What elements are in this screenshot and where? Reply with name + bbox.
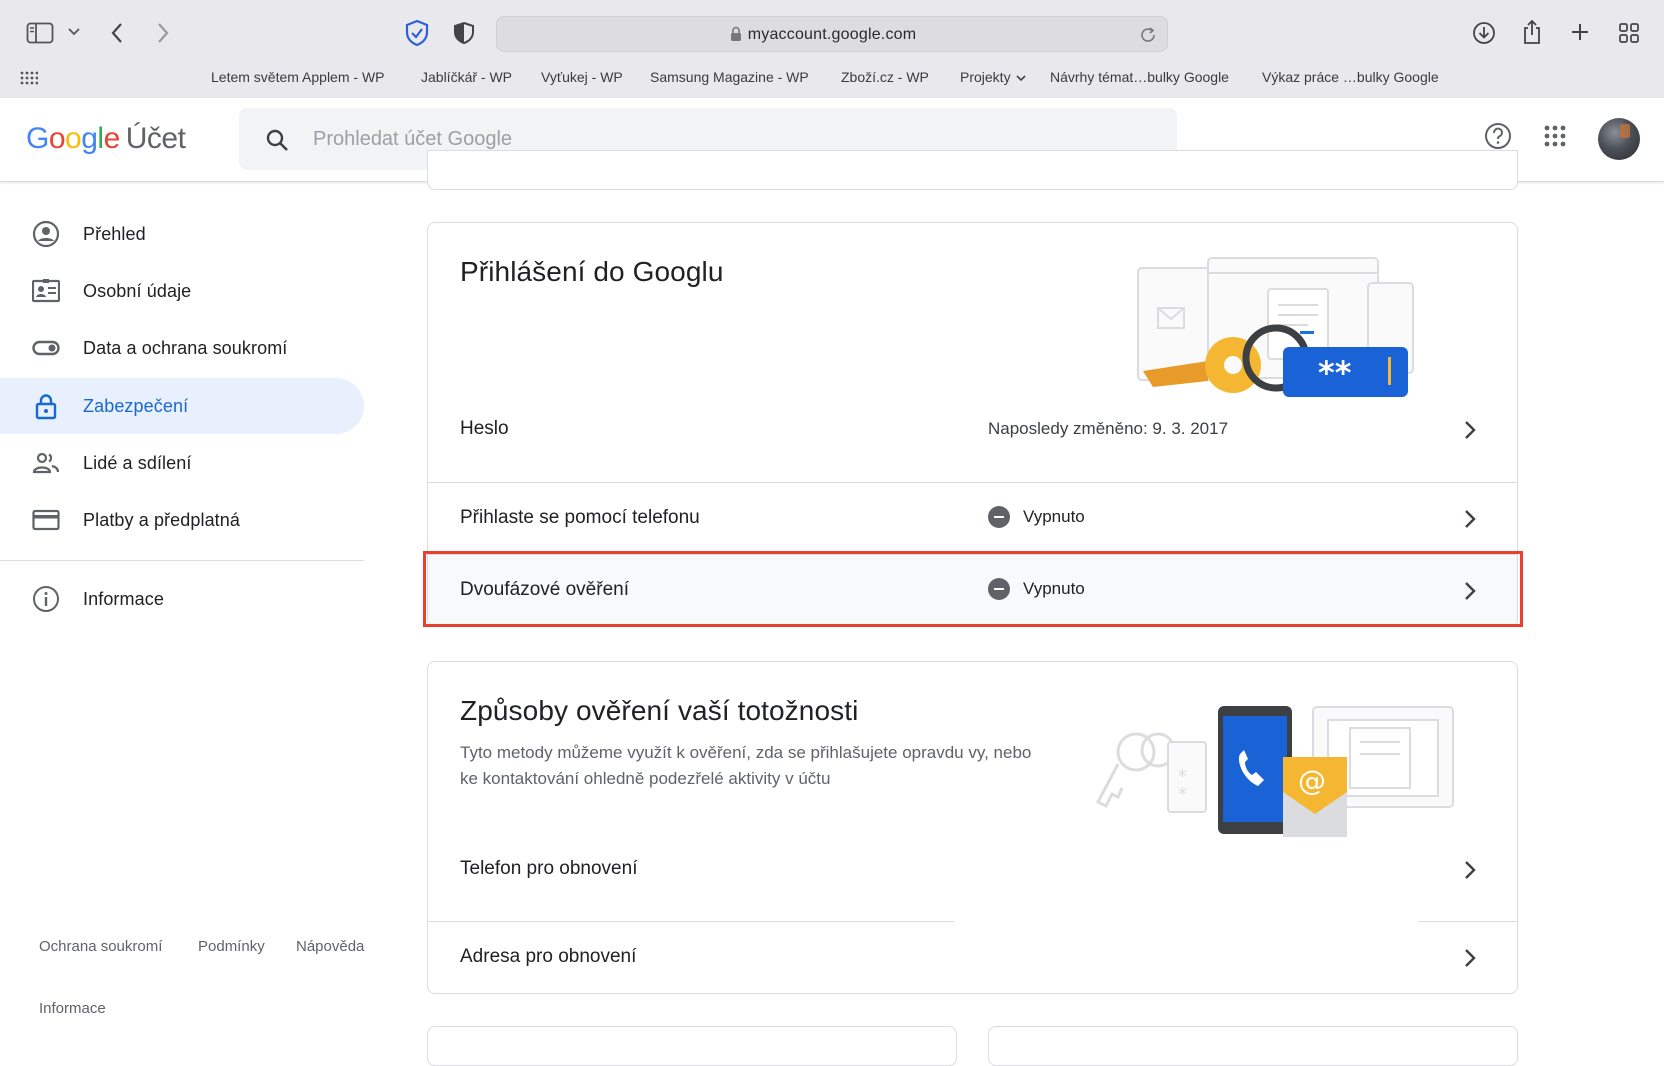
footer-help-link[interactable]: Nápověda xyxy=(296,938,364,955)
recovery-phone-row[interactable]: Telefon pro obnovení xyxy=(428,834,1517,906)
toggle-icon xyxy=(32,340,60,356)
sidebar-item-label: Data a ochrana soukromí xyxy=(83,338,288,358)
sidebar-item-label: Osobní údaje xyxy=(83,281,192,301)
sidebar-item-platby[interactable]: Platby a předplatná xyxy=(0,492,364,548)
chevron-right-icon xyxy=(1465,421,1476,439)
info-icon xyxy=(33,586,59,612)
row-value: Naposledy změněno: 9. 3. 2017 xyxy=(988,419,1229,438)
secure-lock-icon xyxy=(730,26,742,47)
sidebar-divider xyxy=(0,560,364,561)
svg-text:**: ** xyxy=(1318,354,1352,392)
sidebar-item-label: Přehled xyxy=(83,224,146,244)
apps-grid-icon[interactable] xyxy=(1544,125,1566,152)
bookmark-item[interactable]: Samsung Magazine - WP xyxy=(650,69,809,85)
search-input[interactable]: Prohledat účet Google xyxy=(313,128,512,151)
minus-circle-icon xyxy=(988,506,1010,528)
row-label: Přihlaste se pomocí telefonu xyxy=(460,507,700,528)
verify-illustration: * * @ xyxy=(1095,706,1454,837)
back-icon[interactable] xyxy=(110,22,124,44)
logo-suffix: Účet xyxy=(125,122,186,155)
google-account-logo[interactable]: Google Účet xyxy=(26,122,186,156)
footer-terms-link[interactable]: Podmínky xyxy=(198,938,265,955)
signin-illustration: ** xyxy=(1137,257,1414,397)
highlight-annotation xyxy=(423,551,1523,627)
shield-icon[interactable] xyxy=(404,19,430,47)
people-icon xyxy=(32,452,60,474)
row-label: Adresa pro obnovení xyxy=(460,946,637,967)
sidebar-item-data-soukromi[interactable]: Data a ochrana soukromí xyxy=(0,320,364,376)
account-circle-icon xyxy=(32,220,60,248)
sidebar-item-label: Informace xyxy=(83,589,164,609)
row-label: Heslo xyxy=(460,418,509,439)
sidebar-item-informace[interactable]: Informace xyxy=(0,571,364,627)
bookmark-item[interactable]: Návrhy témat…bulky Google xyxy=(1050,69,1229,85)
sidebar-item-label: Zabezpečení xyxy=(83,396,189,416)
next-card-left xyxy=(427,1026,957,1066)
sidebar-toggle-icon[interactable] xyxy=(26,22,54,44)
sidebar-item-osobni-udaje[interactable]: Osobní údaje xyxy=(0,263,364,319)
search-icon[interactable] xyxy=(265,128,289,157)
status-badge: Vypnuto xyxy=(988,506,1085,528)
new-tab-icon[interactable] xyxy=(1570,22,1590,42)
browser-toolbar: myaccount.google.com Letem světem Applem… xyxy=(0,0,1664,98)
chevron-down-icon[interactable] xyxy=(67,27,81,37)
sidebar-item-prehled[interactable]: Přehled xyxy=(0,206,364,262)
bookmark-projekty[interactable]: Projekty xyxy=(960,69,1026,85)
svg-text:*: * xyxy=(1178,784,1187,805)
card-description: Tyto metody můžeme využít k ověření, zda… xyxy=(460,743,1032,788)
bookmarks-grid-icon[interactable] xyxy=(20,71,38,85)
verify-identity-card: Způsoby ověření vaší totožnosti Tyto met… xyxy=(427,661,1518,994)
lock-icon xyxy=(35,394,57,420)
sidebar-item-label: Lidé a sdílení xyxy=(83,453,192,473)
phone-signin-row[interactable]: Přihlaste se pomocí telefonu Vypnuto xyxy=(428,483,1517,555)
forward-icon[interactable] xyxy=(156,22,170,44)
sidebar-item-label: Platby a předplatná xyxy=(83,510,241,530)
tab-overview-icon[interactable] xyxy=(1618,22,1640,44)
svg-text:@: @ xyxy=(1298,764,1326,797)
bookmark-item[interactable]: Jablíčkář - WP xyxy=(421,69,512,85)
bookmarks-bar: Letem světem Applem - WP Jablíčkář - WP … xyxy=(0,66,1664,90)
download-icon[interactable] xyxy=(1472,21,1496,45)
bookmark-item[interactable]: Letem světem Applem - WP xyxy=(211,69,385,85)
previous-card xyxy=(427,150,1518,190)
card-title: Přihlášení do Googlu xyxy=(460,256,724,287)
chevron-right-icon xyxy=(1465,949,1476,967)
avatar[interactable] xyxy=(1598,118,1640,160)
status-text: Vypnuto xyxy=(1023,507,1085,526)
chevron-right-icon xyxy=(1465,861,1476,879)
url-text: myaccount.google.com xyxy=(747,26,917,43)
sidebar-item-lide-sdileni[interactable]: Lidé a sdílení xyxy=(0,435,364,491)
recovery-email-row[interactable]: Adresa pro obnovení xyxy=(428,922,1517,993)
chevron-right-icon xyxy=(1465,510,1476,528)
share-icon[interactable] xyxy=(1522,19,1542,45)
password-row[interactable]: Heslo Naposledy změněno: 9. 3. 2017 xyxy=(428,394,1517,466)
row-label: Telefon pro obnovení xyxy=(460,858,638,879)
sidebar-item-zabezpeceni[interactable]: Zabezpečení xyxy=(0,378,364,434)
card-title: Způsoby ověření vaší totožnosti xyxy=(460,695,859,726)
credit-card-icon xyxy=(32,509,60,531)
bookmark-item[interactable]: Vyťukej - WP xyxy=(541,69,623,85)
bookmark-item[interactable]: Zboží.cz - WP xyxy=(841,69,929,85)
footer-about-link[interactable]: Informace xyxy=(39,1000,106,1017)
id-card-icon xyxy=(32,279,60,303)
google-wordmark: Google xyxy=(26,122,120,155)
sidebar-nav: Přehled Osobní údaje Data a ochrana souk… xyxy=(0,182,364,1040)
reload-icon[interactable] xyxy=(1139,26,1157,44)
address-bar[interactable]: myaccount.google.com xyxy=(496,16,1168,52)
chevron-down-icon xyxy=(1016,75,1026,82)
footer-privacy-link[interactable]: Ochrana soukromí xyxy=(39,938,162,955)
bookmark-item[interactable]: Výkaz práce …bulky Google xyxy=(1262,69,1439,85)
privacy-shield-icon[interactable] xyxy=(453,21,475,45)
bookmark-label: Projekty xyxy=(960,69,1011,85)
next-card-right xyxy=(988,1026,1518,1066)
